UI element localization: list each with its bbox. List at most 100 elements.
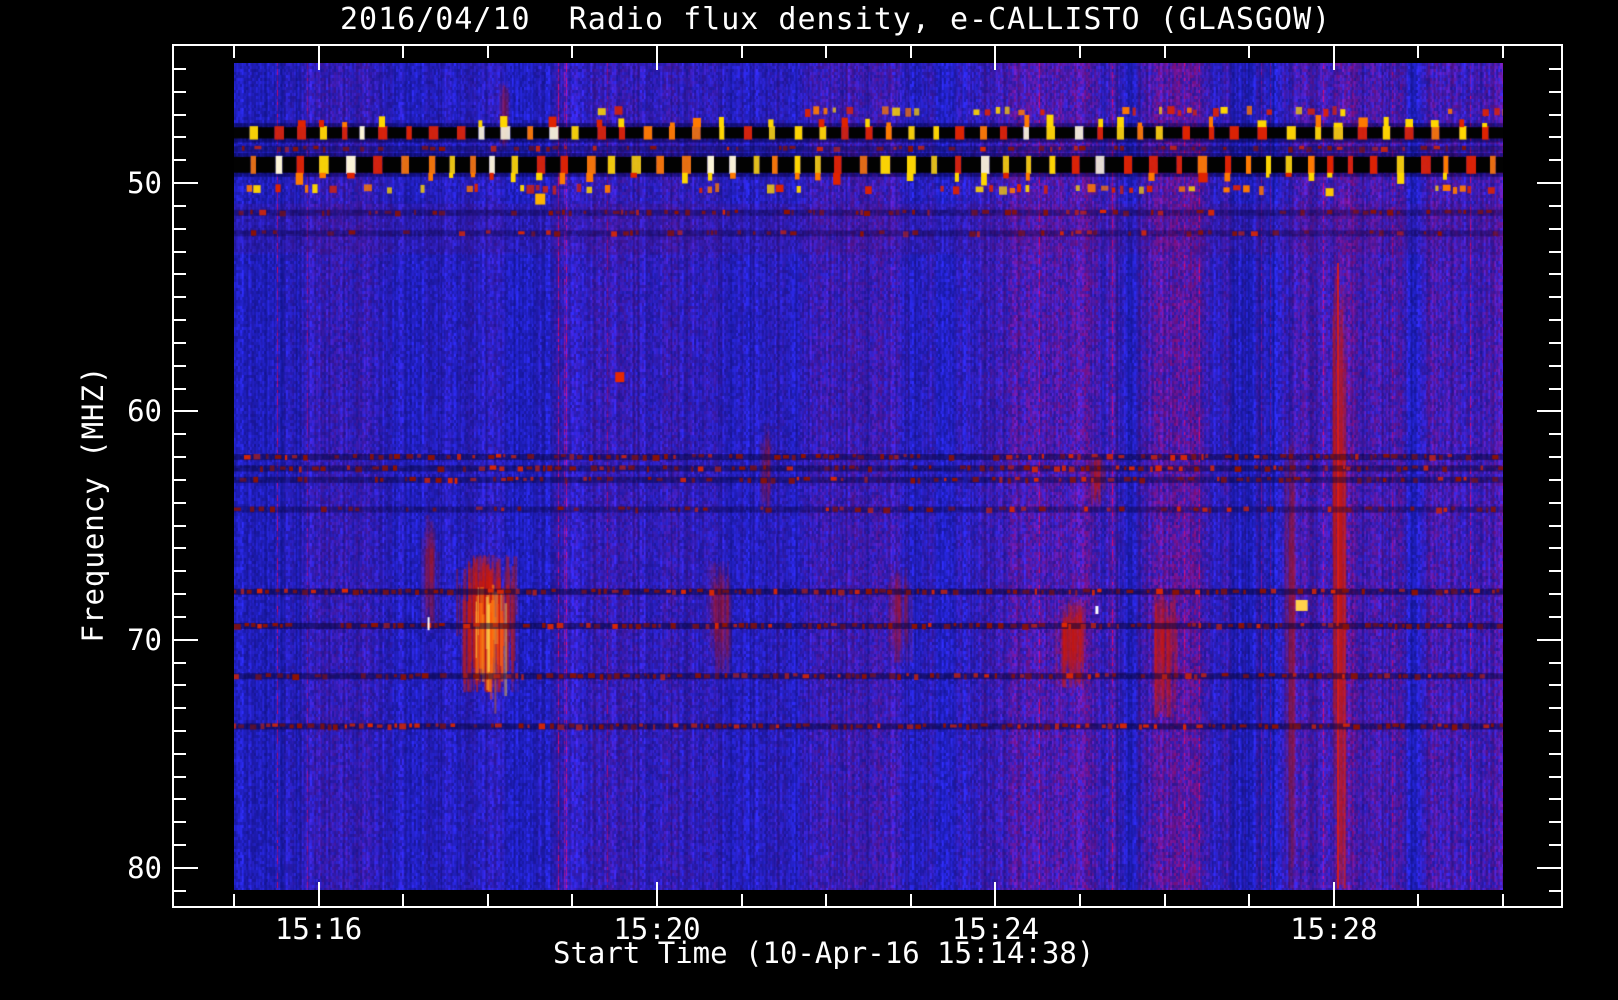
axis-tick <box>1164 46 1166 58</box>
axis-tick <box>571 894 573 906</box>
axis-tick <box>1549 433 1561 435</box>
axis-tick <box>1333 882 1335 906</box>
axis-tick <box>1502 894 1504 906</box>
axis-tick <box>174 547 186 549</box>
axis-tick <box>1549 593 1561 595</box>
axis-tick <box>1417 46 1419 58</box>
axis-tick <box>174 365 186 367</box>
axis-tick <box>174 570 186 572</box>
axis-tick <box>910 894 912 906</box>
axis-tick <box>1248 894 1250 906</box>
axis-tick <box>174 776 186 778</box>
axis-tick <box>1549 365 1561 367</box>
axis-tick <box>174 684 186 686</box>
axis-tick <box>1549 68 1561 70</box>
axis-tick <box>1549 525 1561 527</box>
axis-tick <box>174 136 186 138</box>
axis-tick <box>487 894 489 906</box>
axis-tick <box>174 798 186 800</box>
axis-tick <box>174 525 186 527</box>
axis-tick <box>1549 296 1561 298</box>
axis-tick <box>174 228 186 230</box>
x-axis-tick-label: 15:16 <box>274 912 363 946</box>
axis-tick <box>1549 136 1561 138</box>
axis-tick <box>1079 894 1081 906</box>
axis-tick <box>174 296 186 298</box>
axis-tick <box>994 46 996 70</box>
axis-tick <box>174 730 186 732</box>
axis-tick <box>1502 46 1504 58</box>
axis-tick <box>741 46 743 58</box>
axis-tick <box>1549 707 1561 709</box>
axis-tick <box>318 882 320 906</box>
axis-tick <box>174 388 186 390</box>
axis-tick <box>1549 228 1561 230</box>
axis-tick <box>1549 844 1561 846</box>
x-axis-tick-label: 15:28 <box>1290 912 1378 946</box>
axis-tick <box>1549 319 1561 321</box>
axis-tick <box>174 867 198 869</box>
axis-tick <box>741 894 743 906</box>
axis-tick <box>174 479 186 481</box>
page-title: 2016/04/10 Radio flux density, e-CALLIST… <box>340 2 1332 37</box>
axis-tick <box>1549 251 1561 253</box>
x-axis-title: Start Time (10-Apr-16 15:14:38) <box>553 936 1095 970</box>
y-axis-tick-label: 50 <box>127 166 162 201</box>
axis-tick <box>1248 46 1250 58</box>
spectrogram-page: 2016/04/10 Radio flux density, e-CALLIST… <box>0 0 1618 1000</box>
axis-tick <box>174 433 186 435</box>
axis-tick <box>825 46 827 58</box>
axis-tick <box>174 114 186 116</box>
axis-tick <box>174 753 186 755</box>
axis-tick <box>1333 46 1335 70</box>
axis-tick <box>910 46 912 58</box>
axis-tick <box>174 502 186 504</box>
axis-tick <box>1549 730 1561 732</box>
axis-tick <box>318 46 320 70</box>
axis-tick <box>1549 91 1561 93</box>
axis-tick <box>1549 570 1561 572</box>
axis-tick <box>487 46 489 58</box>
axis-tick <box>174 342 186 344</box>
axis-tick <box>1549 753 1561 755</box>
axis-tick <box>174 890 186 892</box>
axis-tick <box>1537 410 1561 412</box>
axis-tick <box>1549 273 1561 275</box>
axis-tick <box>1417 894 1419 906</box>
axis-tick <box>174 182 198 184</box>
axis-tick <box>174 456 186 458</box>
axis-tick <box>1549 798 1561 800</box>
axis-tick <box>1549 547 1561 549</box>
axis-tick <box>174 707 186 709</box>
axis-tick <box>1079 46 1081 58</box>
axis-tick <box>1549 456 1561 458</box>
axis-tick <box>174 593 186 595</box>
axis-tick <box>174 205 186 207</box>
axis-tick <box>402 894 404 906</box>
axis-tick <box>174 662 186 664</box>
axis-tick <box>825 894 827 906</box>
axis-tick <box>656 46 658 70</box>
axis-tick <box>174 68 186 70</box>
axis-tick <box>1549 159 1561 161</box>
axis-tick <box>174 159 186 161</box>
axis-tick <box>1537 639 1561 641</box>
axis-tick <box>1549 479 1561 481</box>
axis-tick <box>1549 776 1561 778</box>
axis-tick <box>994 882 996 906</box>
axis-tick <box>1549 616 1561 618</box>
axis-tick <box>233 46 235 58</box>
axis-tick <box>174 273 186 275</box>
axis-tick <box>1549 205 1561 207</box>
axis-tick <box>1549 388 1561 390</box>
axis-tick <box>1549 502 1561 504</box>
axis-tick <box>174 616 186 618</box>
axis-tick <box>1549 342 1561 344</box>
spectrogram-plot <box>234 63 1503 890</box>
axis-tick <box>233 894 235 906</box>
axis-tick <box>174 319 186 321</box>
axis-tick <box>174 639 198 641</box>
axis-tick <box>1549 821 1561 823</box>
axis-tick <box>1537 867 1561 869</box>
axis-tick <box>174 821 186 823</box>
